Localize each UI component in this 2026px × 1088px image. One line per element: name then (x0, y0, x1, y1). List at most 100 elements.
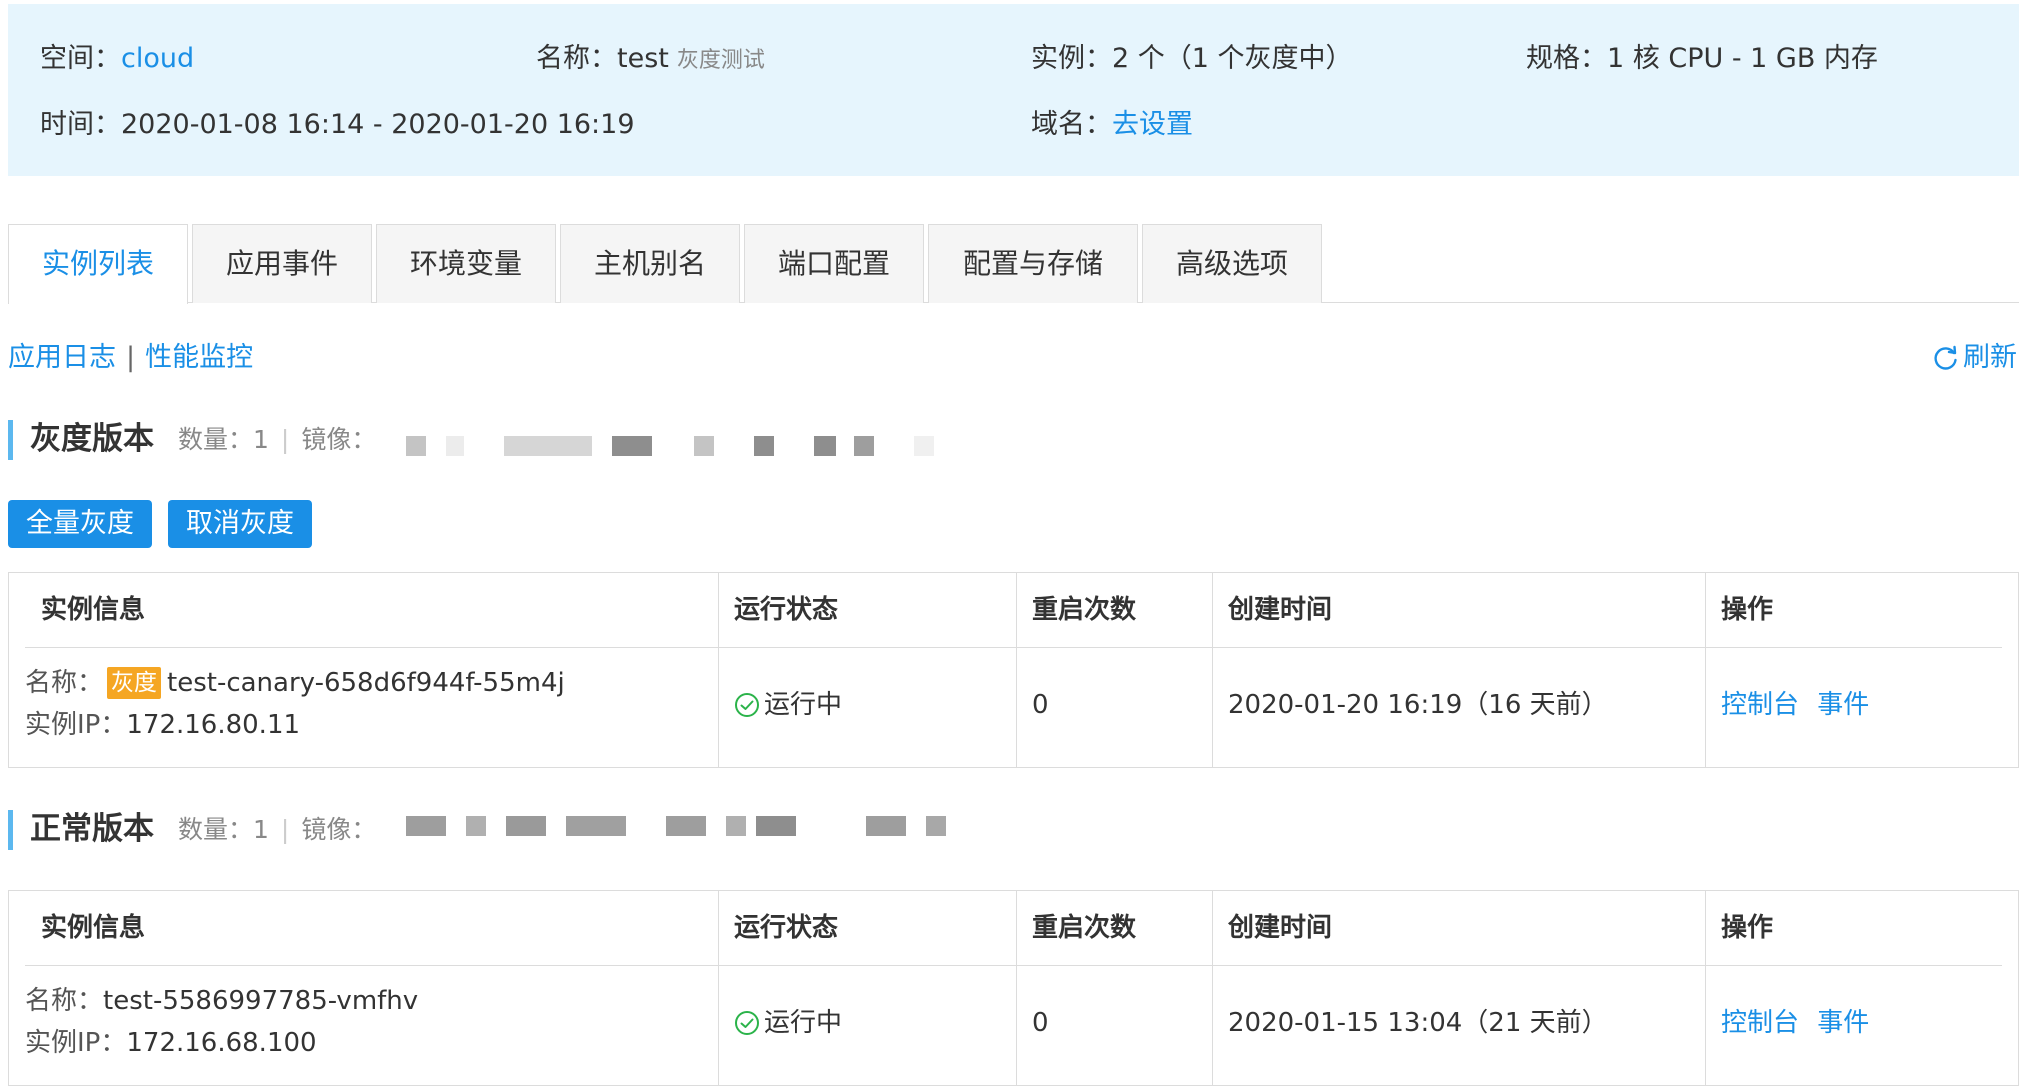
instances-label: 实例： (1031, 43, 1112, 74)
instances-value: 2 个（1 个灰度中） (1112, 43, 1353, 74)
instance-name-line: 名称：test-5586997785-vmfhv (25, 983, 418, 1019)
instance-ip-line: 实例IP：172.16.80.11 (25, 707, 300, 743)
time-field: 时间：2020-01-08 16:14 - 2020-01-20 16:19 (40, 107, 635, 143)
tab-host-aliases[interactable]: 主机别名 (560, 224, 740, 303)
name-value: test (617, 43, 669, 74)
header-created-time: 创建时间 (1228, 595, 1333, 625)
instance-ip-line: 实例IP：172.16.68.100 (25, 1025, 317, 1061)
check-circle-icon (735, 693, 759, 717)
console-link[interactable]: 控制台 (1721, 690, 1799, 720)
instance-ip: 172.16.80.11 (126, 710, 301, 740)
time-label: 时间： (40, 109, 121, 140)
instances-field: 实例：2 个（1 个灰度中） (1031, 41, 1353, 77)
tab-app-events[interactable]: 应用事件 (192, 224, 372, 303)
events-link[interactable]: 事件 (1817, 690, 1869, 720)
table-row: 名称： 灰度 test-canary-658d6f944f-55m4j 实例IP：1… (9, 647, 718, 763)
spec-label: 规格： (1526, 43, 1607, 74)
row-actions: 控制台 事件 (1721, 687, 1869, 723)
normal-image-redacted (406, 816, 966, 836)
header-run-status: 运行状态 (734, 595, 839, 625)
normal-section-meta: 数量：1 | 镜像： (178, 812, 376, 848)
status-text: 运行中 (764, 690, 843, 720)
domain-label: 域名： (1031, 109, 1112, 140)
table-row: 名称：test-5586997785-vmfhv 实例IP：172.16.68.… (9, 965, 718, 1081)
canary-count: 数量：1 (178, 425, 269, 454)
actions-cell: 控制台 事件 (1705, 647, 1995, 763)
space-field: 空间：cloud (40, 41, 194, 77)
tab-port-config[interactable]: 端口配置 (744, 224, 924, 303)
restart-cell: 0 (1016, 965, 1212, 1081)
canary-instance-table: 实例信息 运行状态 重启次数 创建时间 操作 名称： 灰度 test-canary-… (8, 572, 2019, 768)
row-actions: 控制台 事件 (1721, 1005, 1869, 1041)
actions-cell: 控制台 事件 (1705, 965, 1995, 1081)
created-time: 2020-01-15 13:04（21 天前） (1228, 1008, 1608, 1038)
app-page: 空间：cloud 名称：test 灰度测试 实例：2 个（1 个灰度中） 规格：1… (0, 0, 2026, 1088)
refresh-label: 刷新 (1963, 342, 2017, 373)
header-actions: 操作 (1721, 913, 1774, 943)
performance-monitor-link[interactable]: 性能监控 (145, 342, 253, 373)
tab-config-storage[interactable]: 配置与存储 (928, 224, 1138, 303)
tab-advanced[interactable]: 高级选项 (1142, 224, 1322, 303)
canary-image-label: 镜像： (301, 425, 377, 454)
canary-section-header: 灰度版本 数量：1 | 镜像： (8, 418, 1008, 460)
name-label: 名称： (536, 43, 617, 74)
restart-cell: 0 (1016, 647, 1212, 763)
name-field: 名称：test 灰度测试 (536, 41, 765, 79)
refresh-button[interactable]: 刷新 (1933, 340, 2017, 376)
spec-value: 1 核 CPU - 1 GB 内存 (1607, 43, 1878, 74)
instance-ip: 172.16.68.100 (126, 1028, 317, 1058)
header-actions: 操作 (1721, 595, 1774, 625)
header-instance-info: 实例信息 (41, 595, 146, 625)
tab-env-vars[interactable]: 环境变量 (376, 224, 556, 303)
full-canary-button[interactable]: 全量灰度 (8, 500, 152, 548)
spec-field: 规格：1 核 CPU - 1 GB 内存 (1526, 41, 1878, 77)
instance-ip-label: 实例IP： (25, 710, 127, 740)
status-cell: 运行中 (718, 965, 1016, 1081)
space-link[interactable]: cloud (121, 43, 194, 74)
canary-section-title: 灰度版本 (30, 421, 154, 457)
created-time: 2020-01-20 16:19（16 天前） (1228, 690, 1608, 720)
domain-field: 域名：去设置 (1031, 107, 1193, 143)
console-link[interactable]: 控制台 (1721, 1008, 1799, 1038)
restart-count: 0 (1032, 690, 1049, 720)
instance-name: test-5586997785-vmfhv (103, 986, 419, 1016)
canary-badge: 灰度 (107, 667, 162, 699)
normal-section-title: 正常版本 (30, 811, 154, 847)
header-run-status: 运行状态 (734, 913, 839, 943)
detail-tabs: 实例列表 应用事件 环境变量 主机别名 端口配置 配置与存储 高级选项 (8, 224, 2019, 304)
created-cell: 2020-01-20 16:19（16 天前） (1212, 647, 1705, 763)
events-link[interactable]: 事件 (1817, 1008, 1869, 1038)
tab-instance-list[interactable]: 实例列表 (8, 224, 188, 304)
refresh-icon (1934, 345, 1957, 370)
cancel-canary-button[interactable]: 取消灰度 (168, 500, 312, 548)
header-instance-info: 实例信息 (41, 913, 146, 943)
section-accent-bar (8, 420, 13, 460)
check-circle-icon (735, 1011, 759, 1035)
domain-setup-link[interactable]: 去设置 (1112, 109, 1193, 140)
normal-section-header: 正常版本 数量：1 | 镜像： (8, 808, 1008, 850)
status-text: 运行中 (764, 1008, 843, 1038)
section-accent-bar (8, 810, 13, 850)
header-created-time: 创建时间 (1228, 913, 1333, 943)
status-cell: 运行中 (718, 647, 1016, 763)
normal-count: 数量：1 (178, 815, 269, 844)
instance-sublinks: 应用日志 | 性能监控 (8, 340, 253, 376)
link-separator: | (126, 342, 136, 373)
instance-name: test-canary-658d6f944f-55m4j (167, 668, 565, 698)
meta-separator: | (280, 425, 290, 454)
normal-instance-table: 实例信息 运行状态 重启次数 创建时间 操作 名称：test-558699778… (8, 890, 2019, 1086)
instance-name-label: 名称： (25, 668, 104, 698)
app-logs-link[interactable]: 应用日志 (8, 342, 116, 373)
status-running: 运行中 (734, 687, 842, 723)
instance-ip-label: 实例IP： (25, 1028, 127, 1058)
space-label: 空间： (40, 43, 121, 74)
instance-name-label: 名称： (25, 986, 104, 1016)
meta-separator: | (280, 815, 290, 844)
restart-count: 0 (1032, 1008, 1049, 1038)
status-running: 运行中 (734, 1005, 842, 1041)
app-summary-panel: 空间：cloud 名称：test 灰度测试 实例：2 个（1 个灰度中） 规格：1… (8, 4, 2019, 176)
created-cell: 2020-01-15 13:04（21 天前） (1212, 965, 1705, 1081)
header-restart-count: 重启次数 (1032, 913, 1137, 943)
canary-section-meta: 数量：1 | 镜像： (178, 422, 376, 458)
instance-name-line: 名称： 灰度 test-canary-658d6f944f-55m4j (25, 665, 565, 701)
